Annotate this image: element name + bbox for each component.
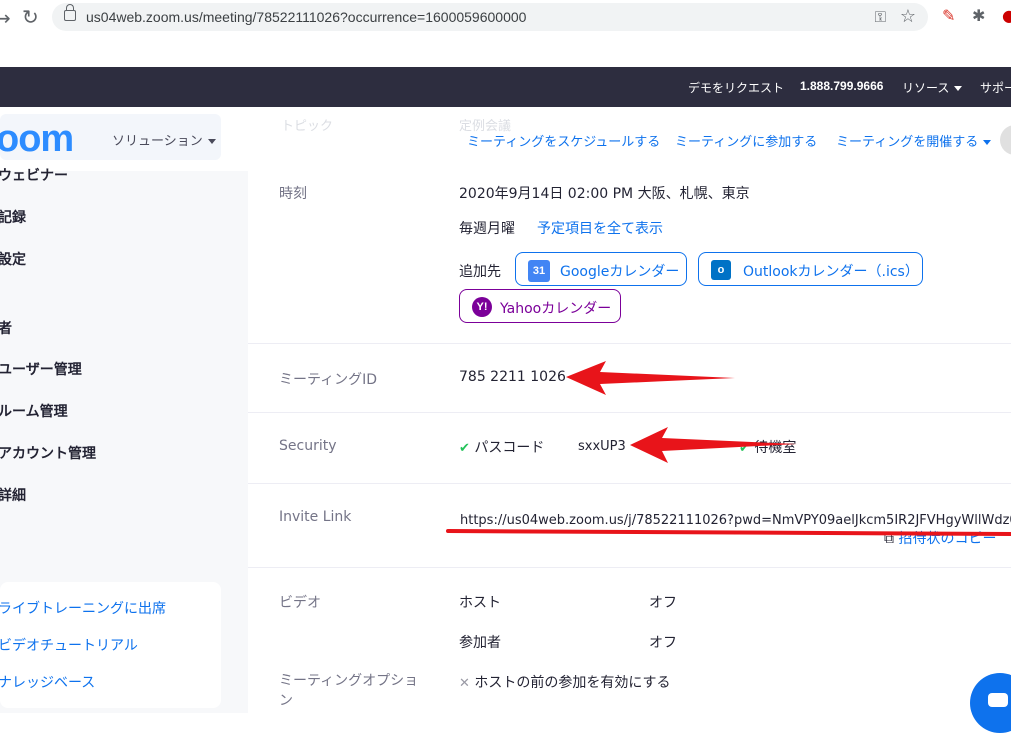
annotation-arrow-meeting-id (566, 361, 735, 395)
annotation-arrow-passcode (630, 427, 797, 463)
annotation-overlay (446, 361, 1011, 536)
annotation-underline-invite-link (446, 529, 1011, 536)
